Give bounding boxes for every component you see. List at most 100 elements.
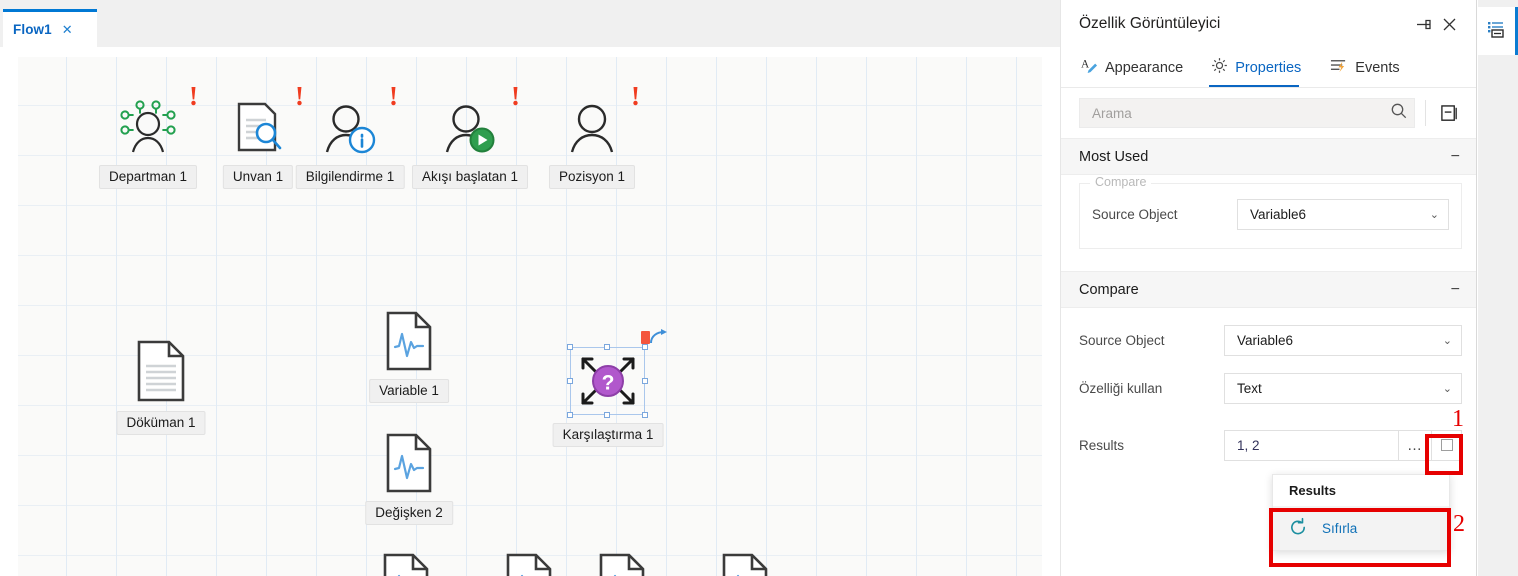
node-label: Pozisyon 1 — [548, 165, 636, 189]
page-title: Özellik Görüntüleyici — [1079, 15, 1221, 32]
row-label: Özelliği kullan — [1079, 380, 1163, 396]
results-value: 1, 2 — [1237, 437, 1260, 453]
node-dokuman[interactable]: Döküman 1 — [116, 339, 206, 435]
selection-handle[interactable] — [604, 344, 610, 350]
node-label: Döküman 1 — [116, 411, 206, 435]
tab-flow1-label: Flow1 — [13, 22, 52, 37]
collapse-toggle[interactable]: − — [1451, 281, 1460, 298]
row-label: Source Object — [1092, 206, 1178, 222]
pin-icon[interactable] — [1410, 11, 1436, 37]
node-partial-doc[interactable] — [598, 553, 646, 576]
variable-document-icon — [382, 431, 436, 495]
popup-item-label: Sıfırla — [1322, 520, 1358, 536]
svg-text:A: A — [1081, 58, 1090, 70]
gear-icon — [1211, 57, 1228, 78]
node-label: Karşılaştırma 1 — [552, 423, 664, 447]
group-header-most-used[interactable]: Most Used − — [1061, 138, 1476, 175]
reset-undo-icon — [1289, 517, 1308, 539]
node-departman[interactable]: ! Departman 1 — [98, 83, 198, 189]
tab-appearance-label: Appearance — [1105, 59, 1184, 76]
close-icon[interactable]: ✕ — [62, 23, 73, 36]
dropdown-value: Text — [1237, 380, 1262, 396]
variable-document-icon — [382, 309, 436, 373]
warning-icon: ! — [295, 81, 304, 111]
node-label: Değişken 2 — [365, 501, 453, 525]
warning-icon: ! — [389, 81, 398, 111]
flow-canvas[interactable]: ! Departman 1 ! Unvan 1 ! Bilgilendirme … — [18, 57, 1042, 576]
rail-button-properties-list[interactable] — [1478, 7, 1515, 55]
node-pozisyon[interactable]: ! Pozisyon 1 — [548, 83, 640, 189]
tab-strip-rail — [0, 0, 1060, 4]
tab-appearance[interactable]: A Appearance — [1079, 57, 1195, 87]
results-ellipsis-button[interactable]: … — [1398, 429, 1432, 461]
tab-flow1[interactable]: Flow1 ✕ — [3, 9, 97, 47]
selection-handle[interactable] — [642, 412, 648, 418]
selection-handle[interactable] — [567, 378, 573, 384]
tab-properties[interactable]: Properties — [1209, 57, 1313, 87]
selection-handle[interactable] — [642, 378, 648, 384]
row-source-object: Source Object Variable6 ⌄ — [1092, 194, 1449, 234]
node-label: Departman 1 — [98, 165, 198, 189]
node-bilgilendirme[interactable]: ! Bilgilendirme 1 — [295, 83, 405, 189]
right-rail — [1478, 0, 1518, 576]
search-row — [1061, 88, 1476, 138]
node-partial-doc[interactable] — [721, 553, 769, 576]
chevron-down-icon: ⌄ — [1429, 208, 1439, 221]
node-label: Bilgilendirme 1 — [295, 165, 405, 189]
document-icon — [134, 339, 188, 403]
popup-title: Results — [1289, 483, 1336, 498]
checkbox-icon — [1440, 439, 1453, 451]
fieldset-legend: Compare — [1090, 175, 1152, 189]
node-degisken2[interactable]: Değişken 2 — [365, 431, 453, 525]
panel-header: Özellik Görüntüleyici — [1061, 0, 1476, 48]
chevron-down-icon: ⌄ — [1442, 382, 1452, 395]
results-input[interactable]: 1, 2 — [1224, 429, 1398, 461]
compare-question-icon: ? — [575, 351, 641, 411]
row-label: Results — [1079, 437, 1125, 453]
app-root: Flow1 ✕ ! Departman 1 ! Unvan 1 ! Bilgil… — [0, 0, 1518, 576]
selection-handle[interactable] — [567, 412, 573, 418]
node-label: Akışı başlatan 1 — [411, 165, 529, 189]
search-icon[interactable] — [1390, 102, 1408, 125]
dropdown-source-object[interactable]: Variable6 ⌄ — [1224, 324, 1462, 356]
group-title: Compare — [1079, 281, 1139, 298]
node-variable1[interactable]: Variable 1 — [369, 309, 449, 403]
group-title: Most Used — [1079, 148, 1149, 165]
variable-document-icon — [722, 553, 768, 576]
chevron-down-icon: ⌄ — [1442, 334, 1452, 347]
annotation-number-2: 2 — [1453, 511, 1465, 537]
node-unvan[interactable]: ! Unvan 1 — [222, 83, 304, 189]
row-source-object: Source Object Variable6 ⌄ — [1061, 320, 1476, 360]
search-input[interactable] — [1090, 104, 1390, 122]
tab-strip: Flow1 ✕ — [0, 0, 1060, 47]
variable-document-icon — [506, 553, 552, 576]
selection-handle[interactable] — [642, 344, 648, 350]
close-icon[interactable] — [1436, 11, 1462, 37]
tab-events[interactable]: Events — [1327, 57, 1411, 87]
selection-handle[interactable] — [604, 412, 610, 418]
warning-icon: ! — [511, 81, 520, 111]
search-box[interactable] — [1079, 98, 1415, 128]
dropdown-ozelligi-kullan[interactable]: Text ⌄ — [1224, 372, 1462, 404]
node-partial-doc[interactable] — [505, 553, 553, 576]
warning-icon: ! — [631, 81, 640, 111]
popup-item-sifirla[interactable]: Sıfırla — [1273, 506, 1449, 550]
tab-events-label: Events — [1355, 59, 1400, 76]
collapse-toggle[interactable]: − — [1451, 148, 1460, 165]
variable-document-icon — [383, 553, 429, 576]
appearance-pen-icon: A — [1081, 57, 1098, 78]
selection-handle[interactable] — [567, 344, 573, 350]
dropdown-source-object[interactable]: Variable6 ⌄ — [1237, 198, 1449, 230]
node-partial-doc[interactable] — [382, 553, 430, 576]
canvas-wrapper: ! Departman 1 ! Unvan 1 ! Bilgilendirme … — [0, 47, 1060, 576]
dropdown-value: Variable6 — [1237, 332, 1294, 348]
collapse-all-icon[interactable] — [1436, 100, 1462, 126]
node-akisi-baslatan[interactable]: ! Akışı başlatan 1 — [411, 83, 529, 189]
panel-tabs: A Appearance Properties Events — [1061, 48, 1476, 88]
results-checkbox-button[interactable] — [1432, 429, 1462, 461]
fieldset-compare: Compare Source Object Variable6 ⌄ — [1079, 175, 1462, 249]
group-header-compare[interactable]: Compare − — [1061, 271, 1476, 308]
dropdown-value: Variable6 — [1250, 206, 1307, 222]
tab-properties-label: Properties — [1235, 59, 1302, 76]
row-ozelligi-kullan: Özelliği kullan Text ⌄ — [1061, 368, 1476, 408]
